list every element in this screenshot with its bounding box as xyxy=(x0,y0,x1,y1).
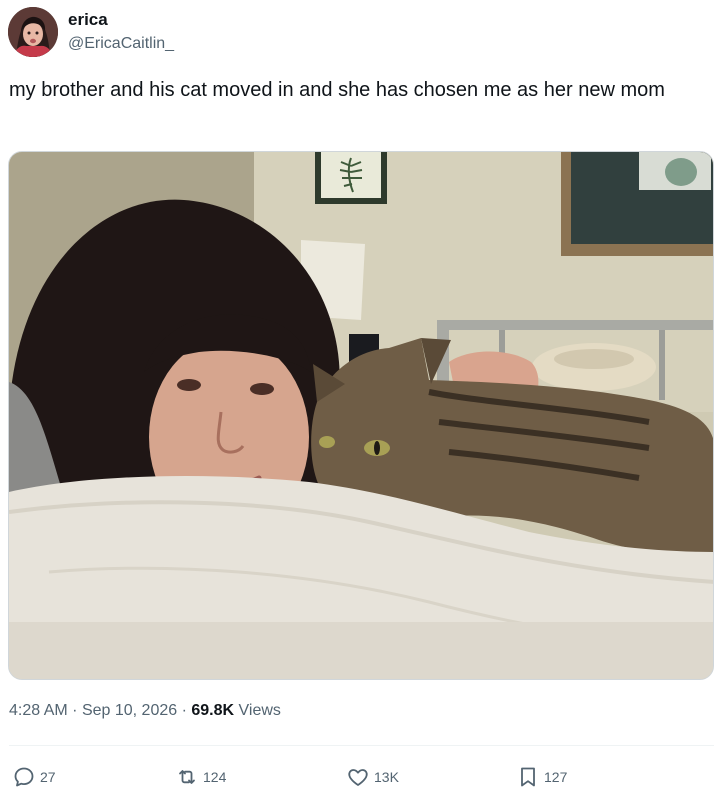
like-count: 13K xyxy=(374,769,399,785)
tweet: erica @EricaCaitlin_ my brother and his … xyxy=(0,0,722,796)
meta-separator: · xyxy=(181,702,187,719)
views-count: 69.8K xyxy=(191,702,235,719)
retweet-count: 124 xyxy=(203,769,227,785)
tweet-text: my brother and his cat moved in and she … xyxy=(9,79,665,101)
tweet-photo[interactable] xyxy=(8,151,714,680)
retweet-button[interactable]: 124 xyxy=(175,764,226,790)
tweet-time[interactable]: 4:28 AM xyxy=(9,702,68,719)
views-label: Views xyxy=(238,702,281,719)
reply-button[interactable]: 27 xyxy=(12,764,56,790)
bookmark-count: 127 xyxy=(544,769,568,785)
author-name[interactable]: erica xyxy=(68,10,108,30)
bookmark-button[interactable]: 127 xyxy=(516,764,567,790)
avatar[interactable] xyxy=(8,7,58,57)
divider xyxy=(9,745,714,746)
reply-count: 27 xyxy=(40,769,56,785)
tweet-date[interactable]: Sep 10, 2026 xyxy=(82,702,177,719)
meta-separator: · xyxy=(72,702,78,719)
heart-icon xyxy=(348,769,368,786)
bookmark-icon xyxy=(521,767,535,787)
like-button[interactable]: 13K xyxy=(346,764,399,790)
tweet-meta: 4:28 AM · Sep 10, 2026 · 69.8K Views xyxy=(9,702,281,720)
reply-icon xyxy=(14,767,34,787)
author-handle[interactable]: @EricaCaitlin_ xyxy=(68,35,174,53)
retweet-icon xyxy=(179,770,195,784)
